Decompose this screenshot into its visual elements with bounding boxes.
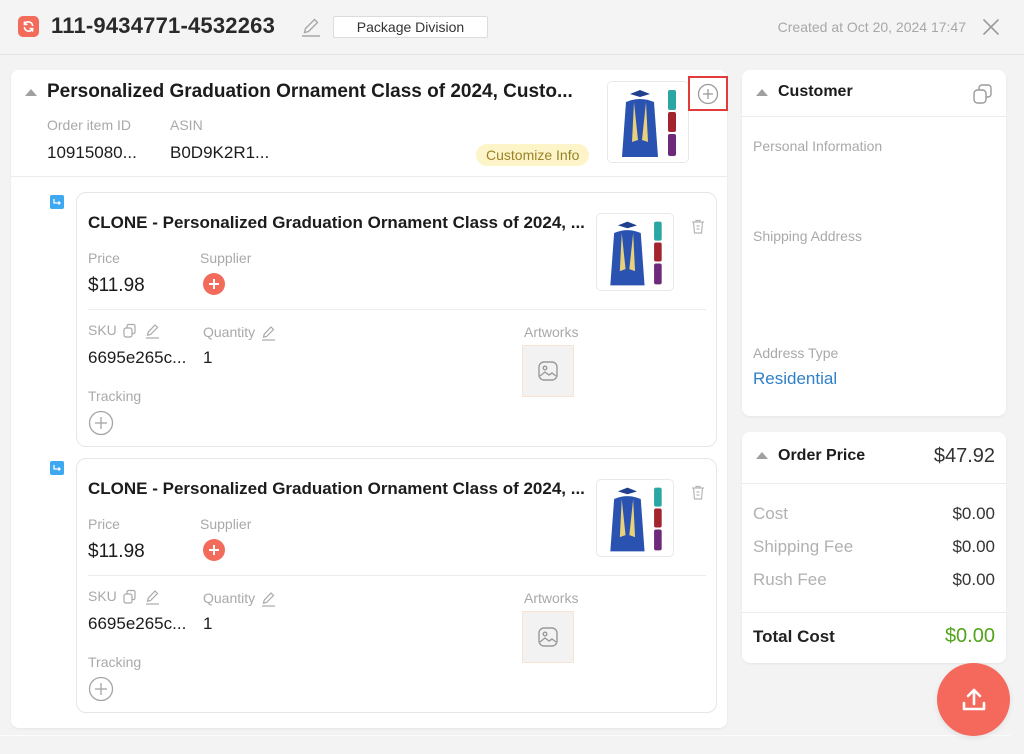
sub-item-card: CLONE - Personalized Graduation Ornament… — [76, 458, 717, 713]
close-icon[interactable] — [980, 16, 1002, 38]
sub-item-title: CLONE - Personalized Graduation Ornament… — [88, 213, 585, 232]
edit-icon[interactable] — [143, 323, 161, 339]
sku-label: SKU — [88, 588, 117, 604]
sku-label: SKU — [88, 322, 117, 338]
price-row-rush-fee: Rush Fee $0.00 — [753, 570, 995, 590]
artwork-placeholder[interactable] — [522, 611, 574, 663]
order-price-title: Order Price — [778, 447, 866, 464]
asin-value: B0D9K2R1... — [170, 143, 270, 162]
order-item-header: Personalized Graduation Ornament Class o… — [11, 70, 728, 177]
customize-info-badge[interactable]: Customize Info — [476, 144, 590, 166]
quantity-value: 1 — [203, 614, 213, 633]
sync-icon — [18, 16, 39, 37]
price-row-cost: Cost $0.00 — [753, 504, 995, 524]
sku-label-row: SKU — [88, 322, 161, 339]
personal-info-label: Personal Information — [753, 138, 883, 154]
copy-icon[interactable] — [121, 323, 139, 339]
artworks-label: Artworks — [524, 590, 579, 606]
add-tracking-button[interactable] — [88, 676, 114, 702]
divider — [88, 309, 706, 310]
sku-value: 6695e265c... — [88, 348, 187, 367]
order-id: 111-9434771-4532263 — [51, 13, 276, 38]
clone-icon — [50, 195, 64, 209]
order-item-title: Personalized Graduation Ornament Class o… — [47, 81, 573, 102]
add-supplier-button[interactable] — [203, 539, 225, 561]
order-price-header: Order Price $47.92 — [742, 432, 1006, 484]
trash-icon[interactable] — [689, 484, 707, 502]
artwork-placeholder[interactable] — [522, 345, 574, 397]
price-value: $11.98 — [88, 275, 145, 296]
divider — [742, 612, 1006, 613]
customer-title: Customer — [778, 83, 853, 100]
edit-icon[interactable] — [300, 16, 322, 38]
product-image[interactable] — [607, 81, 689, 163]
order-item-card: Personalized Graduation Ornament Class o… — [11, 70, 728, 728]
upload-button[interactable] — [937, 663, 1010, 736]
quantity-label-row: Quantity — [203, 590, 277, 607]
image-icon — [538, 361, 558, 381]
tracking-label: Tracking — [88, 388, 142, 404]
package-division-button[interactable]: Package Division — [333, 16, 488, 38]
price-row-label: Rush Fee — [753, 570, 827, 589]
total-cost-value: $0.00 — [944, 625, 995, 647]
clone-icon — [50, 461, 64, 475]
sub-item-image[interactable] — [596, 479, 674, 557]
price-label: Price — [88, 516, 120, 532]
supplier-label: Supplier — [200, 516, 252, 532]
divider — [0, 735, 1010, 736]
supplier-label: Supplier — [200, 250, 252, 266]
artworks-label: Artworks — [524, 324, 579, 340]
price-row-shipping-fee: Shipping Fee $0.00 — [753, 537, 995, 557]
copy-icon[interactable] — [121, 589, 139, 605]
add-tracking-button[interactable] — [88, 410, 114, 436]
created-at: Created at Oct 20, 2024 17:47 — [777, 19, 966, 35]
sku-value: 6695e265c... — [88, 614, 187, 633]
copy-icon[interactable] — [971, 82, 995, 111]
total-cost-label: Total Cost — [753, 627, 835, 646]
quantity-value: 1 — [203, 348, 213, 367]
price-row-value: $0.00 — [952, 570, 995, 589]
price-row-label: Cost — [753, 504, 788, 523]
header: 111-9434771-4532263 Package Division Cre… — [0, 0, 1024, 55]
order-price-card: Order Price $47.92 Cost $0.00 Shipping F… — [742, 432, 1006, 663]
add-item-button[interactable] — [688, 76, 728, 111]
address-type-value: Residential — [753, 369, 838, 388]
quantity-label: Quantity — [203, 590, 256, 606]
quantity-label-row: Quantity — [203, 324, 277, 341]
sub-item-title: CLONE - Personalized Graduation Ornament… — [88, 479, 585, 498]
price-label: Price — [88, 250, 120, 266]
address-type-label: Address Type — [753, 345, 839, 361]
sku-label-row: SKU — [88, 588, 161, 605]
edit-icon[interactable] — [143, 589, 161, 605]
tracking-label: Tracking — [88, 654, 142, 670]
customer-card: Customer Personal Information Shipping A… — [742, 70, 1006, 416]
collapse-caret-icon[interactable] — [756, 452, 768, 459]
order-total-price: $47.92 — [933, 445, 995, 467]
order-item-id-value: 10915080... — [47, 143, 137, 162]
asin-label: ASIN — [170, 117, 203, 133]
price-row-value: $0.00 — [952, 537, 995, 556]
upload-icon — [962, 688, 985, 710]
collapse-caret-icon[interactable] — [25, 89, 37, 96]
sub-item-image[interactable] — [596, 213, 674, 291]
customer-header: Customer — [742, 70, 1006, 117]
trash-icon[interactable] — [689, 218, 707, 236]
image-icon — [538, 627, 558, 647]
price-value: $11.98 — [88, 541, 145, 562]
total-cost-row: Total Cost $0.00 — [753, 625, 995, 648]
collapse-caret-icon[interactable] — [756, 89, 768, 96]
quantity-label: Quantity — [203, 324, 256, 340]
price-row-label: Shipping Fee — [753, 537, 854, 556]
price-row-value: $0.00 — [952, 504, 995, 523]
edit-icon[interactable] — [259, 591, 277, 607]
edit-icon[interactable] — [259, 325, 277, 341]
divider — [88, 575, 706, 576]
order-item-id-label: Order item ID — [47, 117, 132, 133]
shipping-address-label: Shipping Address — [753, 228, 862, 244]
sub-item-card: CLONE - Personalized Graduation Ornament… — [76, 192, 717, 447]
add-supplier-button[interactable] — [203, 273, 225, 295]
